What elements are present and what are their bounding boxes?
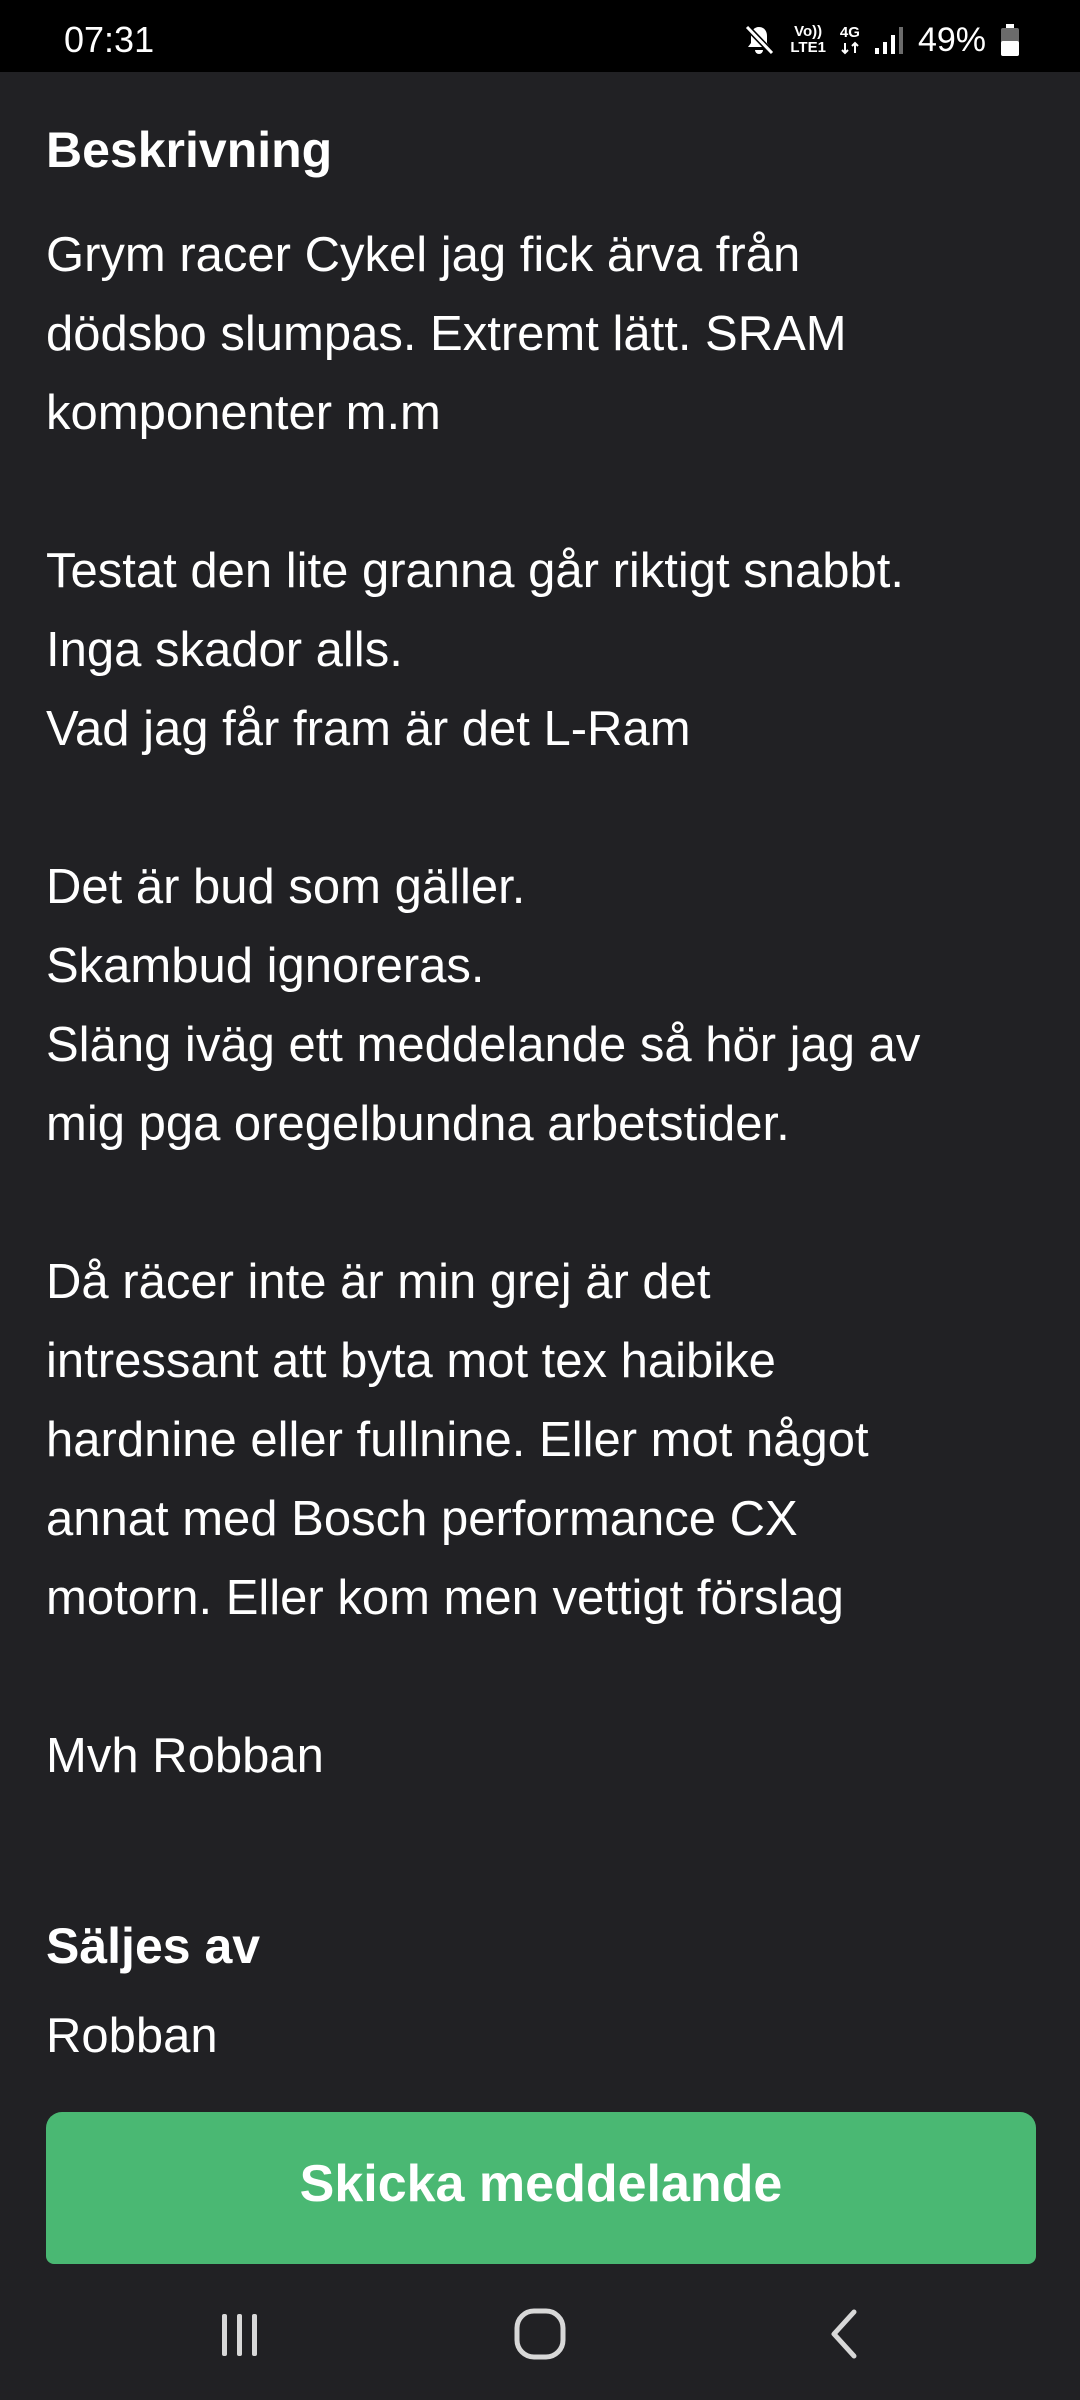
battery-percent: 49% xyxy=(917,21,986,59)
mute-icon xyxy=(742,23,776,57)
home-icon[interactable] xyxy=(500,2294,580,2374)
recent-apps-icon[interactable] xyxy=(200,2294,280,2374)
status-bar: 07:31 Vo)) LTE1 4G 49% xyxy=(0,0,1080,72)
seller-name[interactable]: Robban xyxy=(46,1996,218,2076)
description-heading: Beskrivning xyxy=(46,122,333,178)
signal-icon xyxy=(874,24,904,56)
screen: 07:31 Vo)) LTE1 4G 49% Beskrivning Grym … xyxy=(0,0,1080,2400)
description-section: Beskrivning Grym racer Cykel jag fick är… xyxy=(46,110,1036,1796)
4g-icon: 4G xyxy=(840,25,860,55)
description-text: Grym racer Cykel jag fick ärva från döds… xyxy=(46,228,921,1783)
volte-icon: Vo)) LTE1 xyxy=(790,24,826,56)
back-icon[interactable] xyxy=(806,2294,886,2374)
lte-label: LTE1 xyxy=(790,39,826,56)
status-time: 07:31 xyxy=(64,19,155,60)
navigation-bar xyxy=(0,2264,1080,2400)
4g-label: 4G xyxy=(839,24,860,41)
status-icons: Vo)) LTE1 4G 49% xyxy=(742,18,1020,62)
volte-label: Vo)) xyxy=(794,23,823,40)
battery-icon xyxy=(1000,23,1020,57)
send-message-button[interactable]: Skicka meddelande xyxy=(46,2112,1036,2264)
seller-heading: Säljes av xyxy=(46,1918,261,1974)
